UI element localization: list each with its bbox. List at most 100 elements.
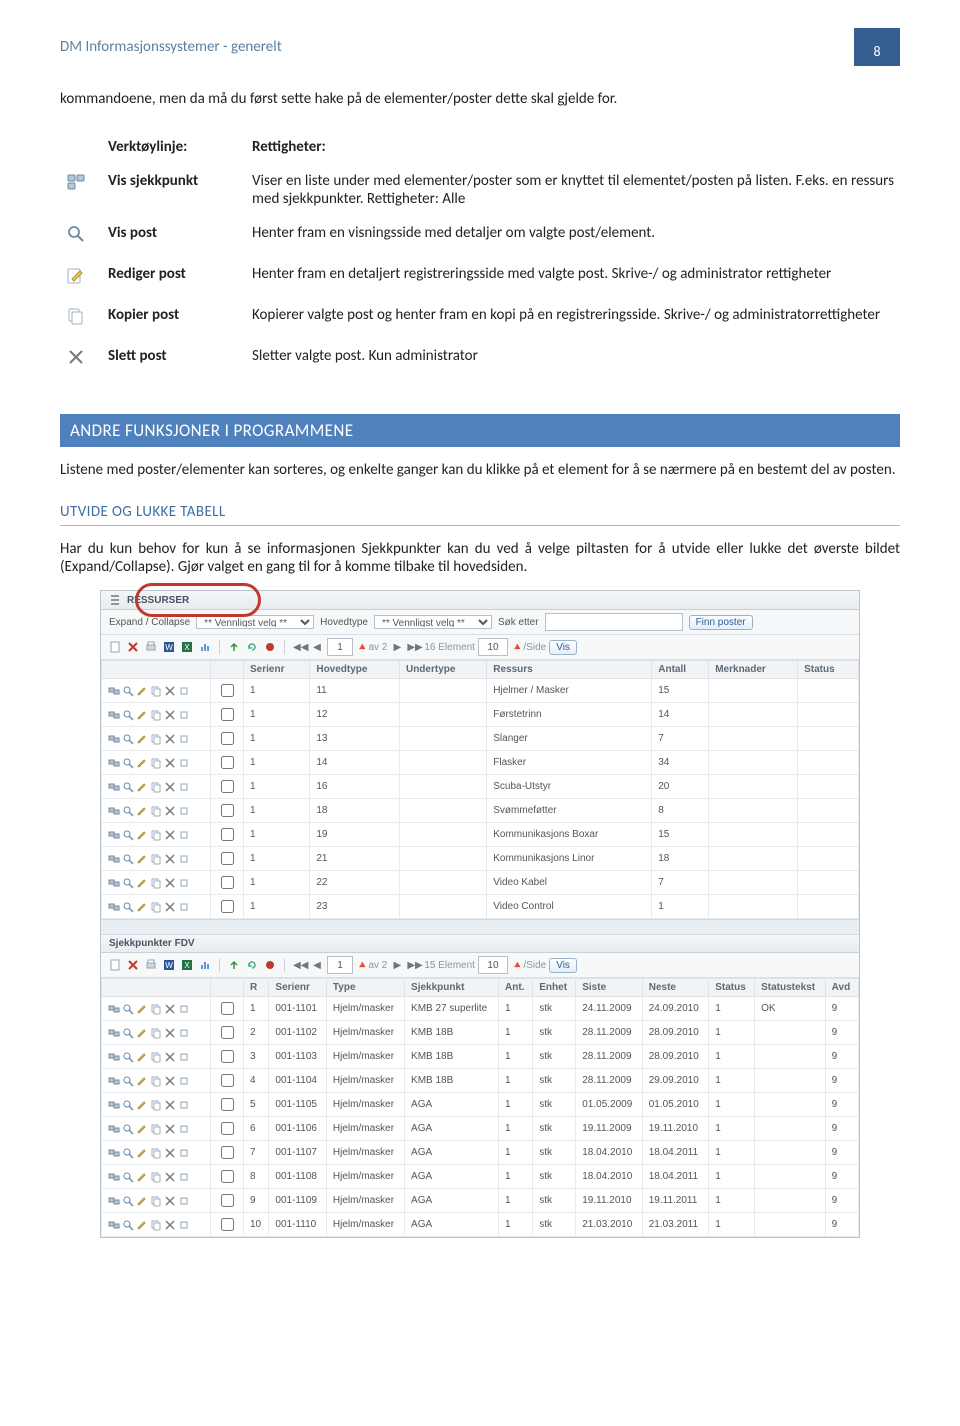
row-edit-icon[interactable] — [136, 877, 148, 889]
row-copy-icon[interactable] — [150, 781, 162, 793]
row-view-icon[interactable] — [122, 757, 134, 769]
row-link-icon[interactable] — [108, 1027, 120, 1039]
delete-red-icon[interactable] — [127, 641, 139, 653]
row-delete-icon[interactable] — [164, 829, 176, 841]
row-link-icon[interactable] — [108, 1147, 120, 1159]
row-copy-icon[interactable] — [150, 1027, 162, 1039]
row-view-icon[interactable] — [122, 1051, 134, 1063]
row-delete-icon[interactable] — [164, 1219, 176, 1231]
row-more-icon[interactable] — [178, 1147, 190, 1159]
grid-col-header[interactable]: Serienr — [244, 661, 310, 679]
row-view-icon[interactable] — [122, 709, 134, 721]
grid-col-header[interactable]: Neste — [642, 979, 708, 997]
expand-collapse-text[interactable]: Expand / Collapse — [109, 617, 190, 628]
row-edit-icon[interactable] — [136, 1195, 148, 1207]
row-link-icon[interactable] — [108, 1171, 120, 1183]
row-checkbox[interactable] — [221, 1122, 234, 1135]
row-delete-icon[interactable] — [164, 853, 176, 865]
row-edit-icon[interactable] — [136, 1123, 148, 1135]
grid-col-header[interactable]: Serienr — [269, 979, 326, 997]
pager-current[interactable] — [327, 638, 353, 656]
row-view-icon[interactable] — [122, 829, 134, 841]
row-copy-icon[interactable] — [150, 1051, 162, 1063]
row-view-icon[interactable] — [122, 1195, 134, 1207]
row-checkbox[interactable] — [221, 1170, 234, 1183]
row-more-icon[interactable] — [178, 757, 190, 769]
row-link-icon[interactable] — [108, 1219, 120, 1231]
row-checkbox[interactable] — [221, 732, 234, 745]
row-edit-icon[interactable] — [136, 901, 148, 913]
row-copy-icon[interactable] — [150, 805, 162, 817]
pager-prev[interactable]: ◀ — [310, 642, 324, 653]
row-more-icon[interactable] — [178, 1219, 190, 1231]
pager-first[interactable]: ◀◀ — [293, 642, 307, 653]
row-view-icon[interactable] — [122, 901, 134, 913]
row-copy-icon[interactable] — [150, 1003, 162, 1015]
row-edit-icon[interactable] — [136, 757, 148, 769]
delete-red-icon[interactable] — [127, 959, 139, 971]
grid-col-header[interactable] — [102, 661, 211, 679]
row-edit-icon[interactable] — [136, 805, 148, 817]
row-edit-icon[interactable] — [136, 829, 148, 841]
pager-first[interactable]: ◀◀ — [293, 960, 307, 971]
pager-next[interactable]: ▶ — [390, 960, 404, 971]
pager-vis[interactable]: Vis — [549, 640, 577, 655]
row-checkbox[interactable] — [221, 1050, 234, 1063]
row-checkbox[interactable] — [221, 1218, 234, 1231]
row-more-icon[interactable] — [178, 781, 190, 793]
row-copy-icon[interactable] — [150, 685, 162, 697]
row-delete-icon[interactable] — [164, 877, 176, 889]
row-view-icon[interactable] — [122, 1003, 134, 1015]
row-more-icon[interactable] — [178, 1195, 190, 1207]
row-view-icon[interactable] — [122, 1147, 134, 1159]
row-delete-icon[interactable] — [164, 1147, 176, 1159]
pager-next[interactable]: ▶ — [390, 642, 404, 653]
row-delete-icon[interactable] — [164, 1099, 176, 1111]
excel-icon[interactable]: X — [181, 959, 193, 971]
row-checkbox[interactable] — [221, 900, 234, 913]
row-copy-icon[interactable] — [150, 1147, 162, 1159]
pager-vis[interactable]: Vis — [549, 958, 577, 973]
stop-icon[interactable] — [264, 641, 276, 653]
row-link-icon[interactable] — [108, 829, 120, 841]
row-checkbox[interactable] — [221, 852, 234, 865]
row-link-icon[interactable] — [108, 901, 120, 913]
row-edit-icon[interactable] — [136, 1051, 148, 1063]
refresh-icon[interactable] — [246, 959, 258, 971]
new-doc-icon[interactable] — [109, 641, 121, 653]
grid-col-header[interactable]: Avd — [825, 979, 858, 997]
row-view-icon[interactable] — [122, 1123, 134, 1135]
row-copy-icon[interactable] — [150, 853, 162, 865]
row-checkbox[interactable] — [221, 1194, 234, 1207]
row-more-icon[interactable] — [178, 877, 190, 889]
stop-icon[interactable] — [264, 959, 276, 971]
row-link-icon[interactable] — [108, 757, 120, 769]
find-button[interactable]: Finn poster — [689, 615, 753, 630]
grid-col-header[interactable]: Enhet — [533, 979, 576, 997]
row-view-icon[interactable] — [122, 685, 134, 697]
row-more-icon[interactable] — [178, 1051, 190, 1063]
row-checkbox[interactable] — [221, 756, 234, 769]
row-more-icon[interactable] — [178, 1123, 190, 1135]
grid-col-header[interactable]: Antall — [652, 661, 709, 679]
refresh-icon[interactable] — [246, 641, 258, 653]
row-checkbox[interactable] — [221, 684, 234, 697]
excel-icon[interactable]: X — [181, 641, 193, 653]
row-link-icon[interactable] — [108, 1075, 120, 1087]
grid-col-header[interactable]: Merknader — [709, 661, 798, 679]
row-view-icon[interactable] — [122, 1075, 134, 1087]
grid-col-header[interactable]: Sjekkpunkt — [405, 979, 499, 997]
row-edit-icon[interactable] — [136, 853, 148, 865]
row-delete-icon[interactable] — [164, 1003, 176, 1015]
row-edit-icon[interactable] — [136, 1075, 148, 1087]
grid-col-header[interactable]: Statustekst — [755, 979, 826, 997]
row-delete-icon[interactable] — [164, 1027, 176, 1039]
row-link-icon[interactable] — [108, 1123, 120, 1135]
row-copy-icon[interactable] — [150, 709, 162, 721]
row-delete-icon[interactable] — [164, 1195, 176, 1207]
row-edit-icon[interactable] — [136, 1003, 148, 1015]
word-icon[interactable]: W — [163, 959, 175, 971]
pager-prev[interactable]: ◀ — [310, 960, 324, 971]
select-filter-2[interactable]: ** Vennligst velg ** — [374, 615, 492, 629]
row-more-icon[interactable] — [178, 685, 190, 697]
